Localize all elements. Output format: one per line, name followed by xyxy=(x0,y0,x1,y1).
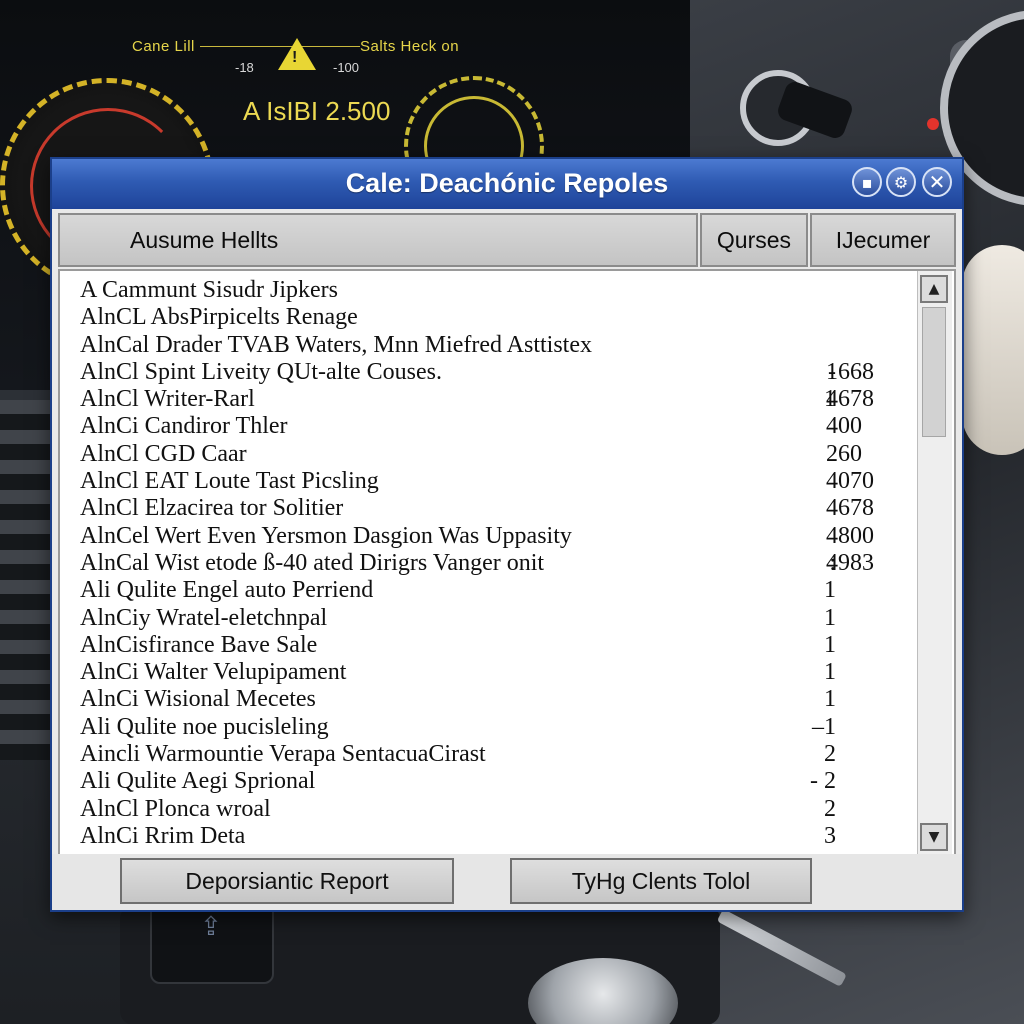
table-row[interactable]: AlnCL AbsPirpicelts Renage xyxy=(80,304,914,331)
diagnostic-report-button[interactable]: Deporsiantic Report xyxy=(120,858,454,904)
table-row[interactable]: AlnCl Writer-Rarl 1 4678 xyxy=(80,386,914,413)
table-row[interactable]: A Cammunt Sisudr Jipkers xyxy=(80,277,914,304)
arrow-down-icon: ▼ xyxy=(928,829,940,845)
air-vent xyxy=(0,400,52,760)
row-quantity: 1 xyxy=(824,604,836,631)
row-name: Ali Qulite noe pucisleling xyxy=(80,713,329,740)
close-button[interactable]: ✕ xyxy=(922,167,952,197)
row-name: AlnCi Wisional Mecetes xyxy=(80,686,316,713)
scroll-thumb[interactable] xyxy=(922,307,946,437)
row-name: AlnCi Candiror Thler xyxy=(80,413,288,440)
gear-icon: ⚙ xyxy=(893,172,909,192)
table-row[interactable]: AlnCi Candiror Thler 400 xyxy=(80,413,914,440)
row-name: AlnCal Drader TVAB Waters, Mnn Miefred A… xyxy=(80,331,593,358)
table-row[interactable]: AlnCiy Wratel-eletchnpal 1 xyxy=(80,605,914,632)
row-name: AlnCal Wist etode ß-40 ated Dirigrs Vang… xyxy=(80,549,545,576)
window-footer: Deporsiantic Report TyHg Clents Tolol xyxy=(52,854,962,910)
window-title: Cale: Deachónic Repoles xyxy=(345,168,669,198)
row-quantity: –1 xyxy=(812,713,836,740)
row-quantity: - 2 xyxy=(810,768,836,795)
row-value: 4678 xyxy=(826,495,874,522)
scroll-up-button[interactable]: ▲ xyxy=(920,275,948,303)
results-rows: A Cammunt Sisudr Jipkers AlnCL AbsPirpice… xyxy=(80,277,914,850)
row-quantity: 1 xyxy=(824,577,836,604)
table-row[interactable]: AlnCisfirance Bave Sale 1 xyxy=(80,632,914,659)
row-name: AlnCl Elzacirea tor Solitier xyxy=(80,495,344,522)
close-icon: ✕ xyxy=(928,170,946,194)
vertical-scrollbar[interactable]: ▲ ▼ xyxy=(917,271,952,855)
row-quantity: 1 xyxy=(824,686,836,713)
dashboard-title-right: Salts Heck on xyxy=(360,38,460,55)
table-row[interactable]: AlnCel Wert Even Yersmon Dasgion Was Upp… xyxy=(80,523,914,550)
dashboard-title-left: Cane Lill xyxy=(132,38,195,55)
table-row[interactable]: AlnCl Elzacirea tor Solitier 4678 xyxy=(80,495,914,522)
row-name: AlnCl EAT Loute Tast Picsling xyxy=(80,468,379,495)
row-quantity: 1 xyxy=(824,631,836,658)
table-row[interactable]: AlnCl Spint Liveity QUt-alte Couses. -166… xyxy=(80,359,914,386)
table-row[interactable]: Ali Qulite Aegi Sprional - 2 xyxy=(80,768,914,795)
table-row[interactable]: Ali Qulite noe pucisleling –1 xyxy=(80,714,914,741)
scroll-down-button[interactable]: ▼ xyxy=(920,823,948,851)
warning-mark: ! xyxy=(292,49,298,66)
table-row[interactable]: AlnCi Wisional Mecetes 1 xyxy=(80,686,914,713)
window-titlebar[interactable]: Cale: Deachónic Repoles ▪ ⚙ ✕ xyxy=(52,159,962,209)
row-value: 4678 xyxy=(826,386,874,413)
row-name: AlnCi Rrim Deta xyxy=(80,822,246,849)
row-name: AlnCisfirance Bave Sale xyxy=(80,631,318,658)
column-header-document[interactable]: IJecumer xyxy=(810,213,956,267)
table-row[interactable]: AlnCl CGD Caar 260 xyxy=(80,441,914,468)
column-header-quantity[interactable]: Qurses xyxy=(700,213,808,267)
row-name: AlnCl Plonca wroal xyxy=(80,795,271,822)
row-value: 1668 xyxy=(826,358,874,385)
table-row[interactable]: AlnCal Wist etode ß-40 ated Dirigrs Vang… xyxy=(80,550,914,577)
row-name: Ali Qulite Engel auto Perriend xyxy=(80,577,374,604)
row-value: 4983 xyxy=(826,549,874,576)
arrow-up-icon: ▲ xyxy=(928,281,940,297)
diagnostic-report-window: Cale: Deachónic Repoles ▪ ⚙ ✕ Ausume Hel… xyxy=(50,157,964,912)
row-quantity: 1 xyxy=(824,659,836,686)
row-value: 4070 xyxy=(826,468,874,495)
seat-edge xyxy=(962,245,1024,455)
table-row[interactable]: AlnCl Plonca wroal 2 xyxy=(80,796,914,823)
row-value: 260 xyxy=(826,440,862,467)
row-name: AlnCl CGD Caar xyxy=(80,440,247,467)
clients-tool-button[interactable]: TyHg Clents Tolol xyxy=(510,858,812,904)
indicator-light xyxy=(927,118,939,130)
table-row[interactable]: AlnCal Drader TVAB Waters, Mnn Miefred A… xyxy=(80,332,914,359)
row-value: 4800 xyxy=(826,522,874,549)
row-name: AlnCiy Wratel-eletchnpal xyxy=(80,604,328,631)
dashboard-scale-left: -18 xyxy=(235,60,254,75)
row-quantity: 3 xyxy=(824,822,836,849)
row-name: Aincli Warmountie Verapa SentacuaCirast xyxy=(80,741,486,768)
dashboard-scale-right: -100 xyxy=(333,60,360,75)
row-value: 400 xyxy=(826,413,862,440)
row-name: AlnCi Walter Velupipament xyxy=(80,659,347,686)
console-symbol-icon: ⇪ xyxy=(200,912,222,942)
table-row[interactable]: Aincli Warmountie Verapa SentacuaCirast 2 xyxy=(80,741,914,768)
row-quantity: 2 xyxy=(824,741,836,768)
table-row[interactable]: Ali Qulite Engel auto Perriend 1 xyxy=(80,577,914,604)
row-name: AlnCl Writer-Rarl xyxy=(80,386,255,413)
settings-button[interactable]: ⚙ xyxy=(886,167,916,197)
table-header: Ausume Hellts Qurses IJecumer xyxy=(58,213,956,269)
table-row[interactable]: AlnCi Rrim Deta 3 xyxy=(80,823,914,850)
minimize-icon: ▪ xyxy=(861,172,873,192)
row-name: AlnCel Wert Even Yersmon Dasgion Was Upp… xyxy=(80,522,572,549)
table-row[interactable]: AlnCi Walter Velupipament 1 xyxy=(80,659,914,686)
row-quantity: 2 xyxy=(824,795,836,822)
column-header-name[interactable]: Ausume Hellts xyxy=(58,213,698,267)
row-name: AlnCL AbsPirpicelts Renage xyxy=(80,304,358,331)
row-name: AlnCl Spint Liveity QUt-alte Couses. xyxy=(80,358,442,385)
row-name: A Cammunt Sisudr Jipkers xyxy=(80,277,339,303)
table-row[interactable]: AlnCl EAT Loute Tast Picsling 4070 xyxy=(80,468,914,495)
dashboard-readout: A IsIBI 2.500 xyxy=(243,96,391,126)
row-name: Ali Qulite Aegi Sprional xyxy=(80,768,316,795)
minimize-button[interactable]: ▪ xyxy=(852,167,882,197)
results-list[interactable]: A Cammunt Sisudr Jipkers AlnCL AbsPirpice… xyxy=(58,269,956,857)
